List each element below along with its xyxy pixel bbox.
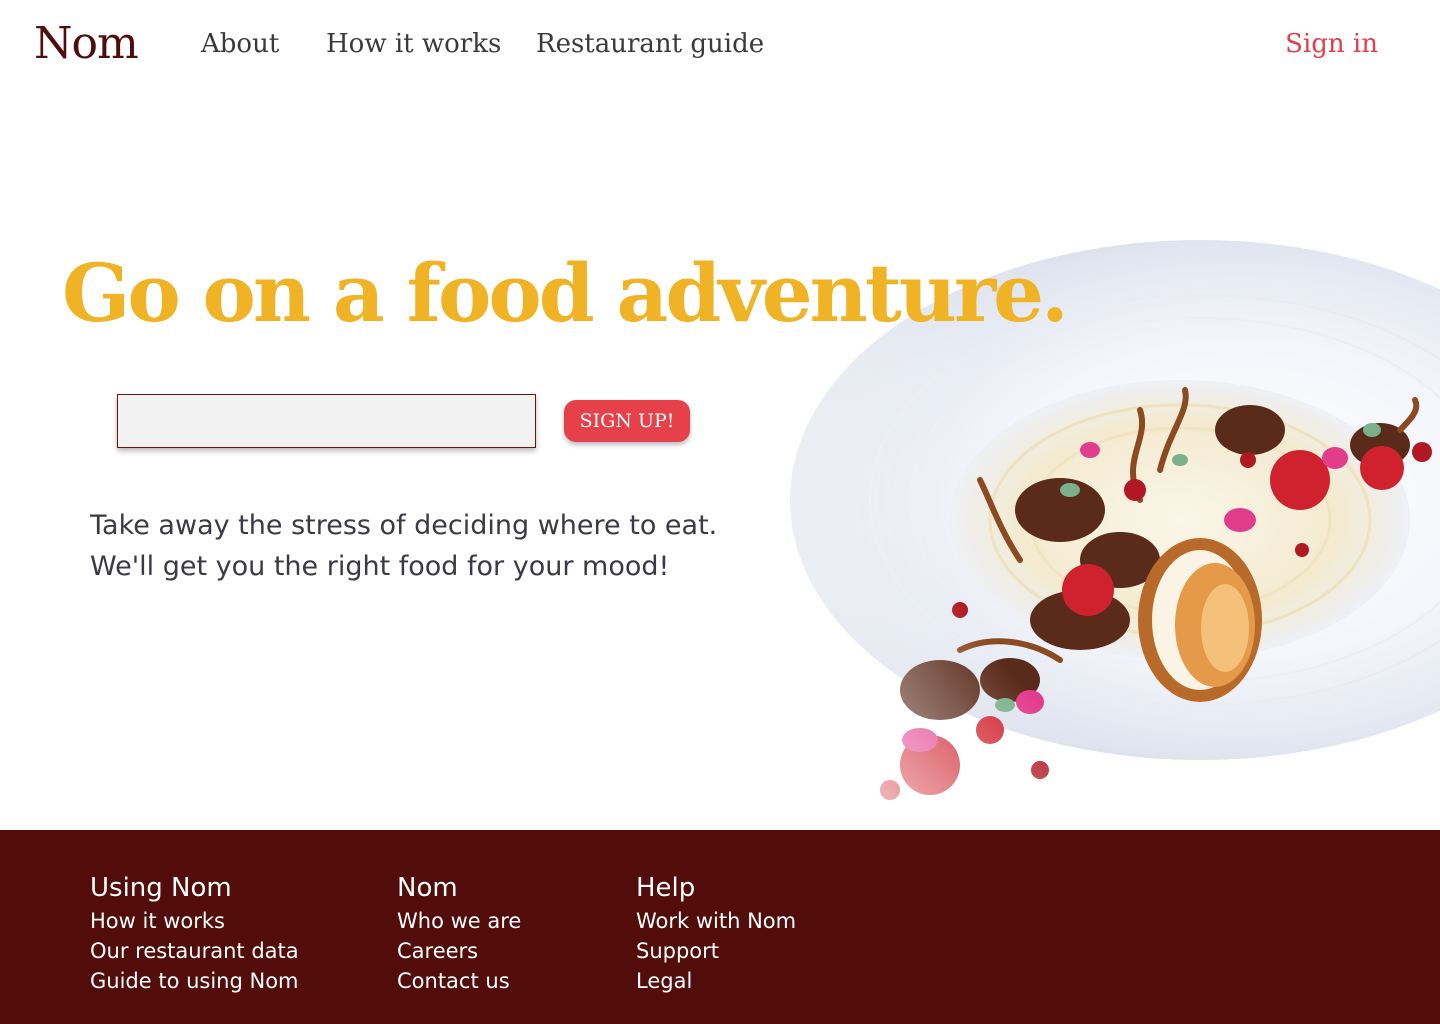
footer-link-contact-us[interactable]: Contact us xyxy=(397,966,521,996)
footer-link-careers[interactable]: Careers xyxy=(397,936,521,966)
footer-link-who-we-are[interactable]: Who we are xyxy=(397,906,521,936)
hero-dessert-image xyxy=(560,80,1440,830)
footer-link-work-with-nom[interactable]: Work with Nom xyxy=(636,906,796,936)
nav-how-it-works-link[interactable]: How it works xyxy=(326,26,501,62)
footer-heading: Help xyxy=(636,873,696,903)
email-signup-input[interactable] xyxy=(117,394,536,448)
tagline-line-1: Take away the stress of deciding where t… xyxy=(90,510,718,541)
hero-headline: Go on a food adventure. xyxy=(62,246,1069,340)
footer-column-help: Help Work with Nom Support Legal xyxy=(636,870,796,996)
logo[interactable]: Nom xyxy=(34,14,139,74)
site-footer: Using Nom How it works Our restaurant da… xyxy=(0,830,1440,1024)
footer-link-guide[interactable]: Guide to using Nom xyxy=(90,966,299,996)
tagline-line-2: We'll get you the right food for your mo… xyxy=(90,551,670,582)
footer-link-how-it-works[interactable]: How it works xyxy=(90,906,299,936)
footer-link-restaurant-data[interactable]: Our restaurant data xyxy=(90,936,299,966)
nav-about-link[interactable]: About xyxy=(201,26,279,62)
sign-up-button[interactable]: SIGN UP! xyxy=(564,400,690,442)
footer-column-nom: Nom Who we are Careers Contact us xyxy=(397,870,521,996)
footer-link-support[interactable]: Support xyxy=(636,936,796,966)
footer-heading: Using Nom xyxy=(90,873,232,903)
footer-heading: Nom xyxy=(397,873,458,903)
hero-tagline: Take away the stress of deciding where t… xyxy=(90,505,717,587)
nav-restaurant-guide-link[interactable]: Restaurant guide xyxy=(536,26,764,62)
footer-column-using-nom: Using Nom How it works Our restaurant da… xyxy=(90,870,299,996)
footer-link-legal[interactable]: Legal xyxy=(636,966,796,996)
sign-in-link[interactable]: Sign in xyxy=(1285,26,1378,62)
